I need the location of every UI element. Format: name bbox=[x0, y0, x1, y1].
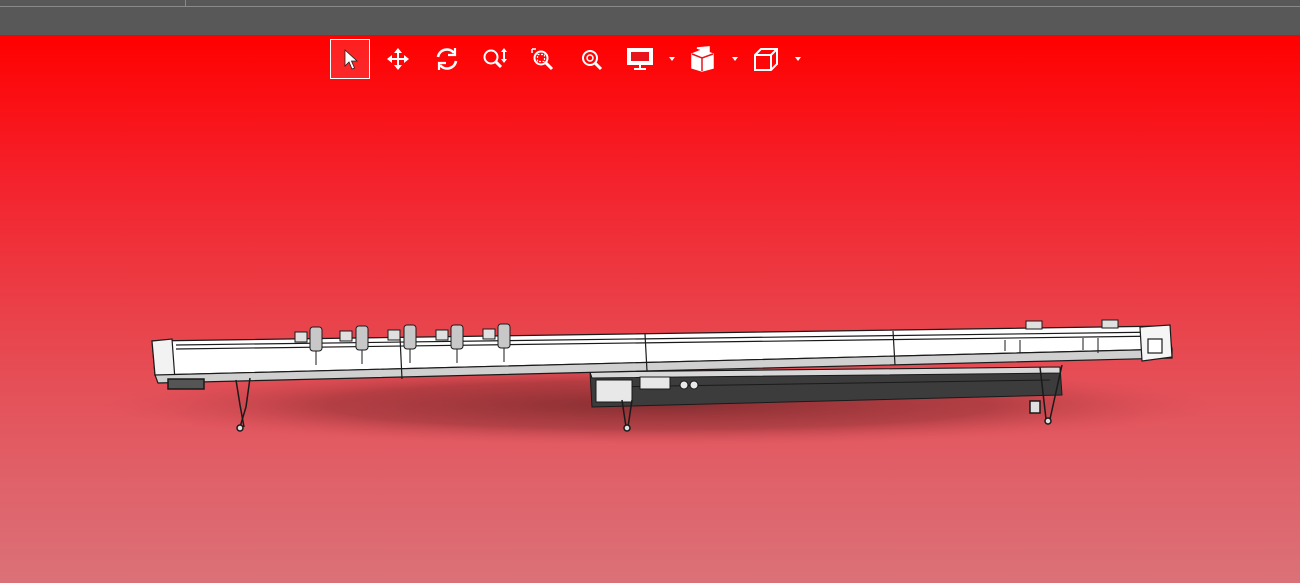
3d-viewport[interactable] bbox=[0, 35, 1300, 583]
move-arrows-icon bbox=[386, 47, 410, 71]
zoom-tool-button[interactable] bbox=[475, 39, 515, 79]
top-bar-separator bbox=[0, 6, 1300, 7]
zoom-window-button[interactable] bbox=[523, 39, 563, 79]
pan-tool-button[interactable] bbox=[378, 39, 418, 79]
zoom-fit-icon bbox=[579, 47, 605, 71]
zoom-in-out-icon bbox=[482, 47, 508, 71]
top-bar-divider bbox=[185, 0, 186, 7]
view-orientation-dropdown-caret[interactable] bbox=[794, 56, 802, 62]
section-box-icon bbox=[689, 46, 717, 72]
display-mode-button[interactable] bbox=[620, 39, 660, 79]
rotate-icon bbox=[434, 47, 460, 71]
pointer-arrow-icon bbox=[340, 48, 360, 70]
view-orientation-button[interactable] bbox=[746, 39, 786, 79]
rotate-tool-button[interactable] bbox=[427, 39, 467, 79]
top-bar bbox=[0, 0, 1300, 35]
section-view-dropdown-caret[interactable] bbox=[731, 56, 739, 62]
conveyor-model[interactable] bbox=[0, 35, 1300, 583]
select-tool-button[interactable] bbox=[330, 39, 370, 79]
cube-icon bbox=[752, 46, 780, 72]
display-mode-dropdown-caret[interactable] bbox=[668, 56, 676, 62]
zoom-fit-button[interactable] bbox=[572, 39, 612, 79]
section-view-button[interactable] bbox=[683, 39, 723, 79]
zoom-window-icon bbox=[530, 47, 556, 71]
monitor-icon bbox=[626, 47, 654, 71]
